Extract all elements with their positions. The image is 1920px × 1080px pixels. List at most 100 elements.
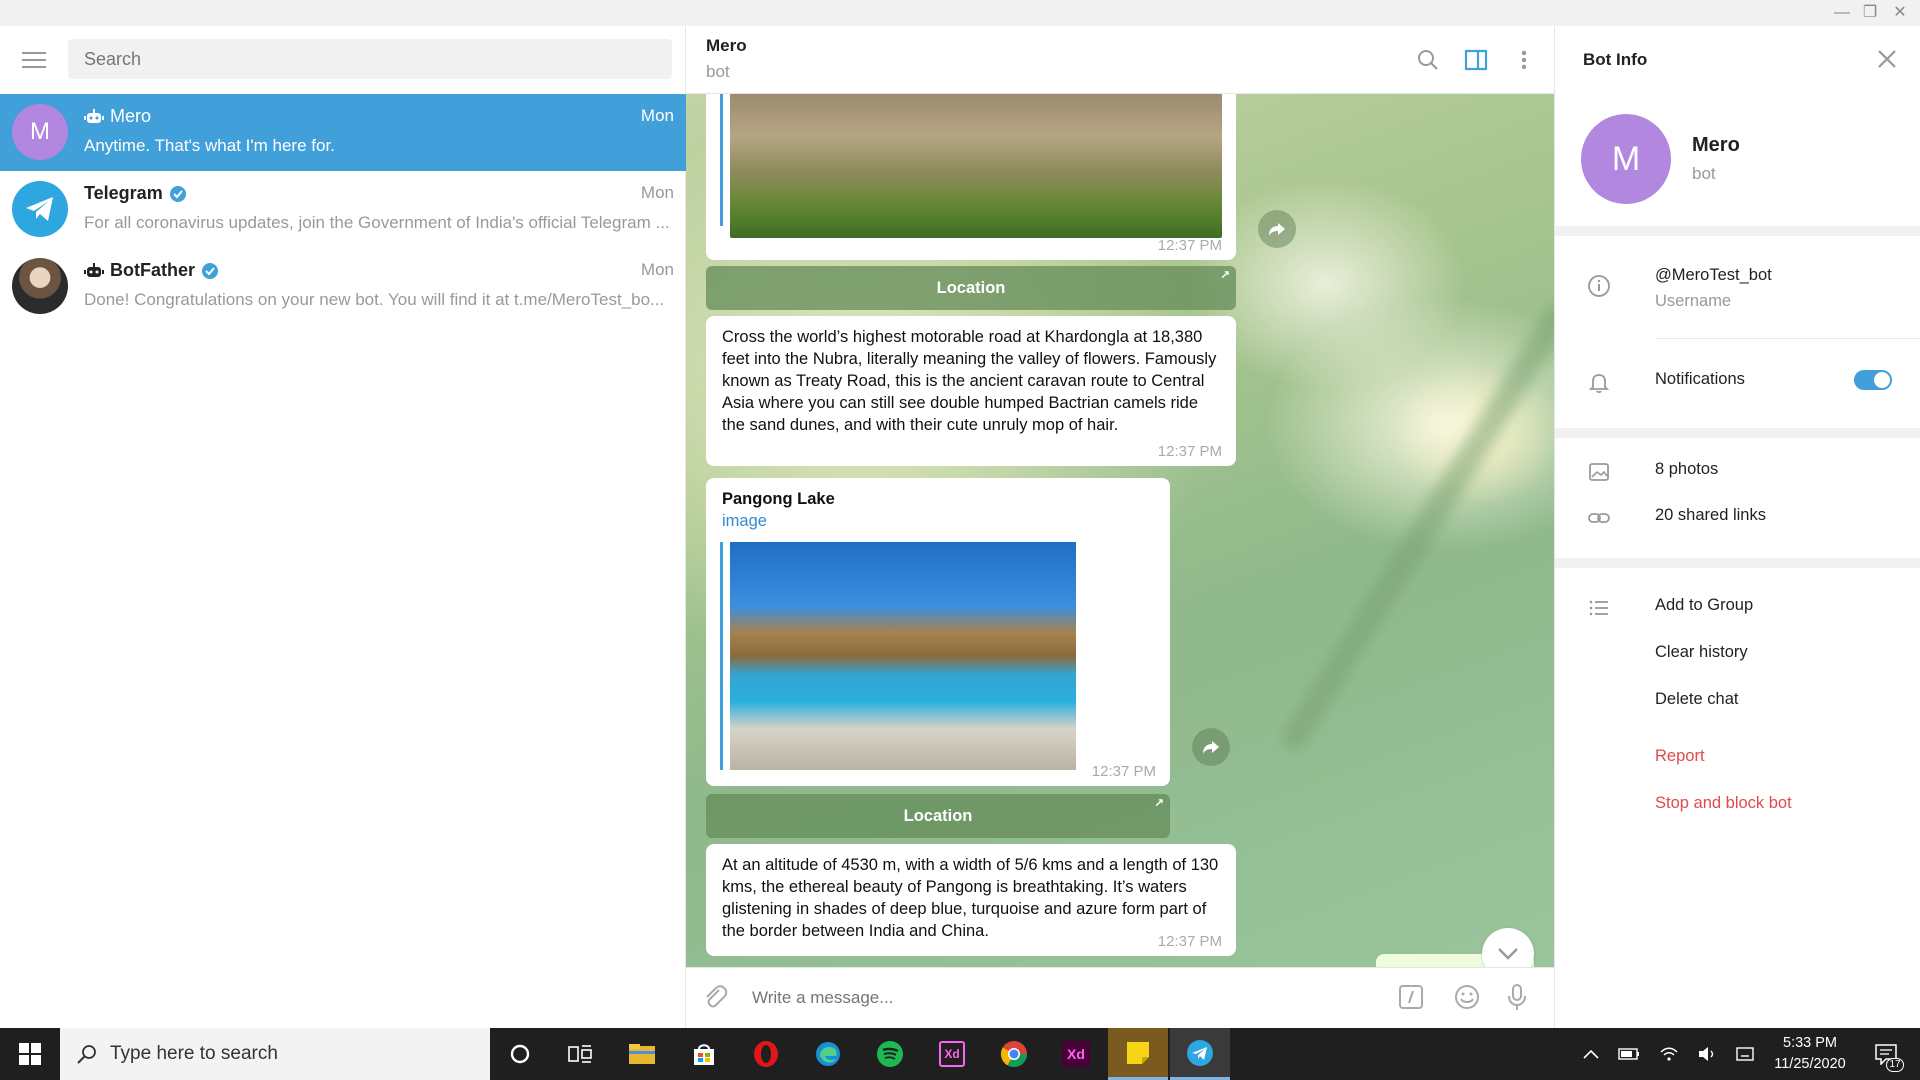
input-method-icon[interactable] (1730, 1028, 1760, 1080)
quote-bar (720, 94, 723, 226)
search-input[interactable] (68, 39, 672, 79)
delete-chat-button[interactable]: Delete chat (1655, 690, 1738, 709)
message-text: Cross the world’s highest motorable road… (722, 328, 1217, 434)
chat-item-mero[interactable]: M Mero Mon Anytime. That's what I'm here… (0, 94, 686, 171)
clear-history-button[interactable]: Clear history (1655, 643, 1748, 662)
photos-link[interactable]: 8 photos (1655, 460, 1718, 479)
link-icon (1588, 513, 1610, 523)
share-icon[interactable] (1192, 728, 1230, 766)
panel-title: Bot Info (1583, 50, 1648, 69)
show-hidden-icons-chevron-up-icon[interactable] (1576, 1028, 1606, 1080)
store-icon[interactable] (674, 1028, 734, 1080)
avatar[interactable]: M (1581, 114, 1671, 204)
message-time: 12:37 PM (1157, 237, 1222, 254)
divider (1655, 338, 1920, 339)
chat-title[interactable]: Mero (706, 36, 747, 56)
bot-commands-icon[interactable] (1396, 982, 1426, 1012)
system-clock[interactable]: 5:33 PM 11/25/2020 (1760, 1033, 1860, 1075)
taskbar-search-box[interactable]: Type here to search (60, 1028, 490, 1080)
telegram-taskbar-icon[interactable] (1170, 1028, 1230, 1080)
windows-taskbar: Type here to search Xd Xd 5:33 PM 11/25/… (0, 1028, 1920, 1080)
report-button[interactable]: Report (1655, 747, 1705, 766)
restore-button[interactable]: ❐ (1858, 3, 1882, 23)
more-vertical-icon[interactable] (1510, 46, 1538, 74)
clock-time: 5:33 PM (1783, 1035, 1837, 1051)
avatar: M (12, 104, 68, 160)
chat-preview: For all coronavirus updates, join the Go… (84, 213, 670, 232)
botfather-avatar (12, 258, 68, 314)
chat-header: Mero bot (686, 26, 1554, 94)
search-icon[interactable] (1414, 46, 1442, 74)
location-label: Location (936, 278, 1006, 297)
windows-start-icon[interactable] (0, 1028, 60, 1080)
pangong-lake-photo[interactable] (730, 542, 1076, 770)
search-icon (77, 1045, 96, 1064)
list-icon (1589, 600, 1608, 616)
menu-icon[interactable] (22, 52, 46, 70)
chrome-icon[interactable] (984, 1028, 1044, 1080)
adobe-xd-outline-icon[interactable]: Xd (922, 1028, 982, 1080)
sticky-notes-icon[interactable] (1108, 1028, 1168, 1080)
adobe-xd-icon[interactable]: Xd (1046, 1028, 1106, 1080)
chat-item-botfather[interactable]: BotFather Mon Done! Congratulations on y… (0, 248, 686, 325)
chat-item-telegram[interactable]: Telegram Mon For all coronavirus updates… (0, 171, 686, 248)
close-window-button[interactable]: ✕ (1888, 3, 1912, 23)
minimize-button[interactable]: — (1830, 3, 1854, 23)
avatar-letter: M (1611, 139, 1641, 178)
notifications-toggle[interactable] (1854, 370, 1892, 390)
location-label: Location (903, 806, 973, 825)
message-image-valley[interactable]: 12:37 PM (706, 94, 1236, 260)
divider (1555, 558, 1920, 568)
chat-time: Mon (640, 106, 674, 125)
spotify-icon[interactable] (860, 1028, 920, 1080)
profile-name: Mero (1692, 134, 1740, 156)
open-link-arrow-icon: ↗ (1153, 796, 1164, 810)
attach-icon[interactable] (700, 982, 730, 1012)
location-button[interactable]: Location ↗ (706, 794, 1170, 838)
file-explorer-icon[interactable] (612, 1028, 672, 1080)
image-link[interactable]: image (722, 512, 767, 531)
message-text-nubra[interactable]: Cross the world’s highest motorable road… (706, 316, 1236, 466)
valley-photo[interactable] (730, 94, 1222, 238)
share-icon[interactable] (1258, 210, 1296, 248)
task-view-icon[interactable] (550, 1028, 610, 1080)
username-label: Username (1655, 292, 1732, 310)
chat-time: Mon (640, 260, 674, 279)
notification-center-icon[interactable]: 17 (1866, 1028, 1906, 1080)
info-icon (1588, 275, 1610, 297)
verified-icon (202, 262, 218, 279)
bell-icon (1588, 374, 1610, 394)
battery-icon[interactable] (1614, 1028, 1644, 1080)
stop-and-block-button[interactable]: Stop and block bot (1655, 794, 1792, 813)
add-to-group-button[interactable]: Add to Group (1655, 596, 1753, 615)
close-icon[interactable] (1874, 46, 1900, 72)
location-button[interactable]: Location ↗ (706, 266, 1236, 310)
emoji-icon[interactable] (1452, 982, 1482, 1012)
telegram-logo-icon (12, 181, 68, 237)
cortana-icon[interactable] (490, 1028, 550, 1080)
clock-date: 11/25/2020 (1774, 1056, 1846, 1072)
chat-name: Mero (84, 106, 151, 127)
microphone-icon[interactable] (1502, 982, 1532, 1012)
message-pangong-lake[interactable]: Pangong Lake image 12:37 PM (706, 478, 1170, 786)
sidebar-toggle-icon[interactable] (1462, 46, 1490, 74)
opera-icon[interactable] (736, 1028, 796, 1080)
wifi-icon[interactable] (1654, 1028, 1684, 1080)
edge-icon[interactable] (798, 1028, 858, 1080)
volume-icon[interactable] (1692, 1028, 1722, 1080)
verified-icon (169, 185, 186, 202)
taskbar-search-text: Type here to search (110, 1043, 278, 1064)
divider (1555, 226, 1920, 236)
message-text-pangong[interactable]: At an altitude of 4530 m, with a width o… (706, 844, 1236, 956)
chat-status: bot (706, 62, 730, 81)
username-value[interactable]: @MeroTest_bot (1655, 266, 1772, 285)
scroll-down-button[interactable] (1482, 928, 1534, 967)
message-composer (686, 967, 1554, 1028)
message-time: 12:37 PM (1157, 443, 1222, 460)
chat-list: M Mero Mon Anytime. That's what I'm here… (0, 94, 686, 325)
chat-name-text: Telegram (84, 183, 163, 203)
message-input[interactable] (752, 982, 1352, 1014)
quote-bar (720, 542, 723, 770)
chat-preview: Anytime. That's what I'm here for. (84, 136, 335, 155)
shared-links-link[interactable]: 20 shared links (1655, 506, 1766, 525)
